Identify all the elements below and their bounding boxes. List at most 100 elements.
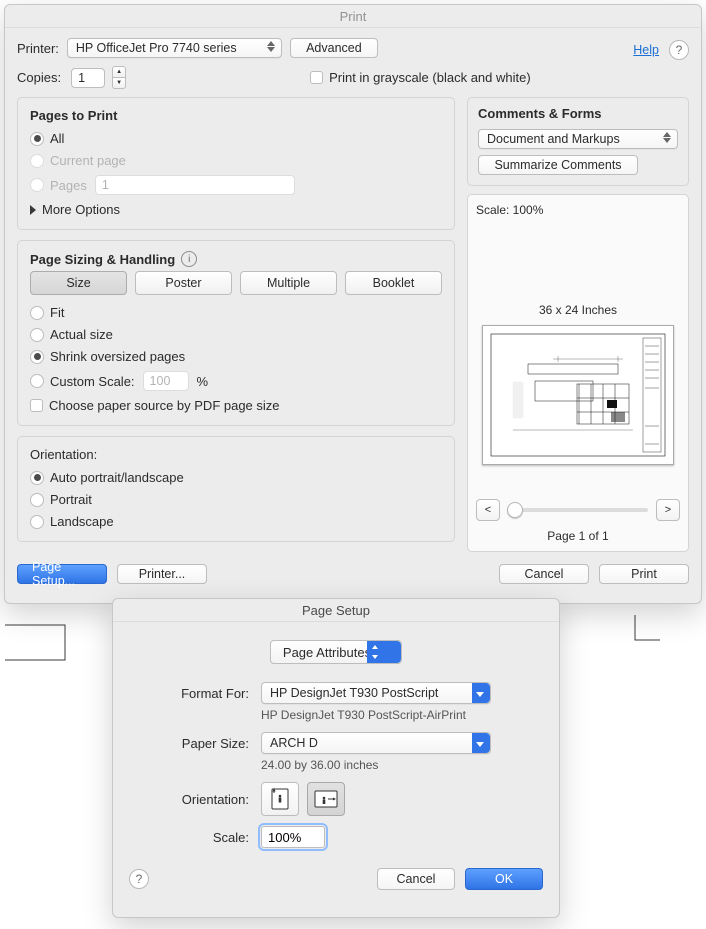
help-link[interactable]: Help <box>633 43 659 57</box>
copies-stepper[interactable]: ▲ ▼ <box>112 66 124 89</box>
pages-title: Pages to Print <box>30 108 442 123</box>
tab-multiple-label: Multiple <box>267 276 310 290</box>
scale-input[interactable] <box>261 826 325 848</box>
radio-icon <box>30 178 44 192</box>
scale-readout: Scale: 100% <box>476 203 680 217</box>
orientation-auto-radio[interactable]: Auto portrait/landscape <box>30 470 442 485</box>
preview-sheet <box>482 325 674 465</box>
paper-size-select[interactable]: ARCH D <box>261 732 491 754</box>
paper-size-subtext: 24.00 by 36.00 inches <box>261 758 543 772</box>
choose-source-label: Choose paper source by PDF page size <box>49 398 280 413</box>
orientation-auto-label: Auto portrait/landscape <box>50 470 184 485</box>
radio-icon <box>30 350 44 364</box>
paper-size-label: Paper Size: <box>129 736 249 751</box>
ps-cancel-button[interactable]: Cancel <box>377 868 455 890</box>
disclosure-triangle-icon <box>30 205 36 215</box>
copies-value: 1 <box>78 71 85 85</box>
page-setup-title: Page Setup <box>302 603 370 618</box>
orientation-landscape-radio[interactable]: Landscape <box>30 514 442 529</box>
radio-icon <box>30 306 44 320</box>
comments-title: Comments & Forms <box>478 106 678 121</box>
popup-caret-icon <box>472 683 490 703</box>
page-setup-titlebar: Page Setup <box>113 599 559 622</box>
orientation-portrait-radio[interactable]: Portrait <box>30 492 442 507</box>
ps-ok-button[interactable]: OK <box>465 868 543 890</box>
tab-size[interactable]: Size <box>30 271 127 295</box>
portrait-page-icon <box>271 788 289 810</box>
info-icon[interactable]: i <box>181 251 197 267</box>
pages-all-label: All <box>50 131 64 146</box>
custom-scale-value: 100 <box>150 374 171 388</box>
sizing-title: Page Sizing & Handling <box>30 252 175 267</box>
paper-size-value: ARCH D <box>270 736 318 750</box>
print-titlebar: Print <box>5 5 701 28</box>
radio-icon <box>30 374 44 388</box>
more-options-disclosure[interactable]: More Options <box>30 202 442 217</box>
pages-range-input: 1 <box>95 175 295 195</box>
custom-label: Custom Scale: <box>50 374 135 389</box>
advanced-button[interactable]: Advanced <box>290 38 378 58</box>
radio-icon <box>30 154 44 168</box>
pages-range-value: 1 <box>102 178 109 192</box>
custom-scale-radio[interactable]: Custom Scale: <box>30 374 135 389</box>
stepper-down-icon[interactable]: ▼ <box>112 78 126 89</box>
help-icon[interactable]: ? <box>129 869 149 889</box>
preview-next-button[interactable]: > <box>656 499 680 521</box>
comments-select-value: Document and Markups <box>487 132 620 146</box>
orientation-landscape-label: Landscape <box>50 514 114 529</box>
help-icon[interactable]: ? <box>669 40 689 60</box>
orientation-landscape-button[interactable] <box>307 782 345 816</box>
tab-size-label: Size <box>66 276 90 290</box>
orientation-label-ps: Orientation: <box>129 792 249 807</box>
format-for-label: Format For: <box>129 686 249 701</box>
ps-ok-label: OK <box>495 872 513 886</box>
copies-input[interactable]: 1 <box>71 68 105 88</box>
radio-icon <box>30 328 44 342</box>
preview-slider[interactable] <box>508 508 648 512</box>
fit-radio[interactable]: Fit <box>30 305 442 320</box>
tab-booklet-label: Booklet <box>373 276 415 290</box>
grayscale-label: Print in grayscale (black and white) <box>329 70 531 85</box>
shrink-label: Shrink oversized pages <box>50 349 185 364</box>
popup-caret-icon <box>472 733 490 753</box>
orientation-portrait-button[interactable] <box>261 782 299 816</box>
tab-booklet[interactable]: Booklet <box>345 271 442 295</box>
stepper-up-icon[interactable]: ▲ <box>112 66 126 78</box>
tab-poster[interactable]: Poster <box>135 271 232 295</box>
tab-multiple[interactable]: Multiple <box>240 271 337 295</box>
sizing-handling-group: Page Sizing & Handling i Size Poster Mul… <box>17 240 455 426</box>
copies-label: Copies: <box>17 70 61 85</box>
slider-thumb[interactable] <box>507 502 523 518</box>
shrink-radio[interactable]: Shrink oversized pages <box>30 349 442 364</box>
preview-panel: Scale: 100% 36 x 24 Inches <box>467 194 689 552</box>
actual-size-radio[interactable]: Actual size <box>30 327 442 342</box>
pages-range-radio: Pages <box>30 178 87 193</box>
page-attributes-popup[interactable]: Page Attributes <box>270 640 402 664</box>
comments-select[interactable]: Document and Markups <box>478 129 678 149</box>
page-setup-dialog: Page Setup Page Attributes Format For: H… <box>112 598 560 918</box>
page-setup-button[interactable]: Page Setup... <box>17 564 107 584</box>
grayscale-checkbox[interactable]: Print in grayscale (black and white) <box>310 70 531 85</box>
fit-label: Fit <box>50 305 64 320</box>
pages-to-print-group: Pages to Print All Current page <box>17 97 455 230</box>
preview-prev-button[interactable]: < <box>476 499 500 521</box>
choose-source-checkbox[interactable]: Choose paper source by PDF page size <box>30 398 442 413</box>
pages-current-radio: Current page <box>30 153 442 168</box>
advanced-button-label: Advanced <box>306 41 362 55</box>
cancel-button[interactable]: Cancel <box>499 564 589 584</box>
format-for-select[interactable]: HP DesignJet T930 PostScript <box>261 682 491 704</box>
printer-select[interactable]: HP OfficeJet Pro 7740 series <box>67 38 282 58</box>
printer-button[interactable]: Printer... <box>117 564 207 584</box>
radio-icon <box>30 132 44 146</box>
orientation-portrait-label: Portrait <box>50 492 92 507</box>
print-button[interactable]: Print <box>599 564 689 584</box>
printer-button-label: Printer... <box>139 567 186 581</box>
landscape-page-icon <box>314 790 338 808</box>
orientation-group: Orientation: Auto portrait/landscape Por… <box>17 436 455 542</box>
pages-all-radio[interactable]: All <box>30 131 442 146</box>
printer-label: Printer: <box>17 41 59 56</box>
summarize-comments-button[interactable]: Summarize Comments <box>478 155 638 175</box>
radio-icon <box>30 515 44 529</box>
sheet-dimensions: 36 x 24 Inches <box>476 303 680 317</box>
cancel-label: Cancel <box>525 567 564 581</box>
